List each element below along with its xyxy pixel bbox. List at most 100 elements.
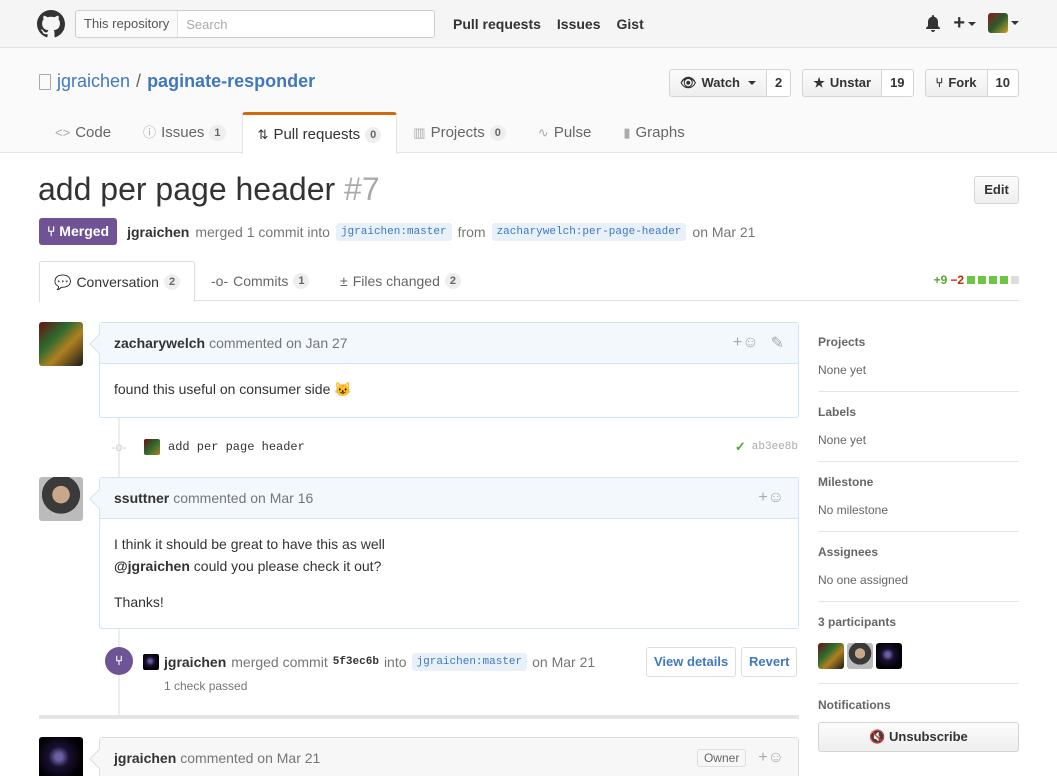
git-merge-icon: ⑂ [105,647,133,675]
comment-author[interactable]: jgraichen [114,750,176,766]
avatar[interactable] [847,643,873,669]
diffstat-block [1000,276,1008,284]
code-icon: <> [55,125,71,140]
comment-meta: commented on Mar 21 [180,750,321,766]
add-reaction-icon[interactable]: +☺ [733,334,759,352]
sidebar-participants: 3 participants [818,602,1019,684]
search-input[interactable] [178,11,434,37]
sidebar-heading[interactable]: Projects [818,335,1019,349]
tab-counter: 1 [209,125,226,141]
fork-label: Fork [948,75,977,90]
unsubscribe-label: Unsubscribe [889,729,968,744]
avatar[interactable] [818,643,844,669]
participant-avatars [818,643,1019,669]
page-title: add per page header #7 [38,171,380,208]
repo-name-link[interactable]: paginate-responder [147,71,315,92]
tab-pull-requests[interactable]: ⇅ Pull requests 0 [241,112,398,154]
tab-code[interactable]: <> Code [39,112,127,153]
commit-row: -o- add per page header ✓ ab3ee8b [110,436,798,458]
bell-icon[interactable] [925,14,941,32]
watch-count[interactable]: 2 [767,69,792,97]
add-reaction-icon[interactable]: +☺ [758,489,784,507]
pull-request-icon: ⇅ [257,126,269,142]
user-menu[interactable] [988,13,1019,33]
unstar-button[interactable]: ★ Unstar [802,69,883,97]
tab-issues[interactable]: ⓘ Issues 1 [127,112,242,153]
deletions: −2 [950,273,964,287]
search-box: This repository [75,10,435,38]
tab-files-changed[interactable]: ± Files changed 2 [326,261,475,301]
tab-label: Code [75,124,112,141]
comment-author[interactable]: zacharywelch [114,335,205,351]
merge-text-label: merged commit [231,654,328,670]
tab-label: Conversation [76,274,159,290]
star-count[interactable]: 19 [882,69,914,97]
sidebar-projects: Projects None yet [818,322,1019,392]
comment-text: @jgraichen could you please check it out… [114,555,784,577]
sidebar-heading: 3 participants [818,615,897,629]
avatar[interactable] [39,322,83,366]
tab-graphs[interactable]: ▮ Graphs [607,112,700,153]
sidebar-heading[interactable]: Labels [818,405,1019,419]
tab-commits[interactable]: -o- Commits 1 [197,261,323,301]
tab-conversation[interactable]: 💬 Conversation 2 [39,261,196,302]
avatar[interactable] [39,737,83,776]
merge-sha[interactable]: 5f3ec6b [333,656,379,668]
commit-sha-area: ✓ ab3ee8b [735,440,798,455]
issue-icon: ⓘ [143,125,157,140]
commit-sha[interactable]: ab3ee8b [752,441,798,453]
fork-count[interactable]: 10 [987,69,1019,97]
tab-label: Graphs [635,124,685,141]
nav-pull-requests[interactable]: Pull requests [453,16,541,32]
additions: +9 [933,273,948,287]
avatar[interactable] [39,477,83,521]
watch-button[interactable]: 👁 Watch [668,69,767,97]
comment-author[interactable]: ssuttner [114,490,169,506]
sidebar-heading[interactable]: Assignees [818,545,1019,559]
fork-group: ⑂ Fork 10 [924,69,1019,97]
from-text: from [457,223,486,240]
checks-status[interactable]: 1 check passed [164,679,247,693]
base-ref: jgraichen:master [335,222,452,241]
user-mention[interactable]: @jgraichen [114,558,190,574]
sidebar-notifications: Notifications 🔇 Unsubscribe [818,684,1019,752]
unstar-label: Unstar [829,75,872,90]
watch-label: Watch [701,75,740,90]
github-logo-icon[interactable] [37,10,65,38]
diffstat-block [967,276,975,284]
repo-owner-link[interactable]: jgraichen [57,71,130,92]
comment-tools: +☺ [758,489,784,507]
avatar[interactable] [876,643,902,669]
merge-author[interactable]: jgraichen [164,654,226,670]
comment-icon: 💬 [54,274,72,290]
tab-projects[interactable]: ▥ Projects 0 [397,112,522,153]
nav-gist[interactable]: Gist [617,16,644,32]
revert-button[interactable]: Revert [741,647,798,677]
pr-tabs: 💬 Conversation 2 -o- Commits 1 ± Files change… [39,261,1019,302]
comment-meta: commented on Jan 27 [209,335,348,351]
fork-button[interactable]: ⑂ Fork [924,69,988,97]
view-details-button[interactable]: View details [646,647,737,677]
repo-title: jgraichen / paginate-responder [39,71,315,92]
commit-message[interactable]: add per page header [168,440,305,454]
new-menu[interactable]: + [953,13,976,33]
pr-author[interactable]: jgraichen [127,224,189,240]
comment-body: found this useful on consumer side 😺 [100,364,798,414]
merge-into: into [383,654,407,670]
nav-issues[interactable]: Issues [557,16,601,32]
comment-text: Thanks! [114,594,164,610]
sidebar-heading: Notifications [818,698,891,712]
pencil-icon[interactable]: ✎ [771,333,784,353]
chevron-down-icon [1011,21,1019,25]
sidebar-heading[interactable]: Milestone [818,475,1019,489]
sidebar-value: No milestone [818,503,889,517]
avatar[interactable] [144,439,160,455]
pr-title-text: add per page header [38,171,336,207]
unsubscribe-button[interactable]: 🔇 Unsubscribe [818,722,1019,752]
add-reaction-icon[interactable]: +☺ [758,749,784,767]
comment: zacharywelch commented on Jan 27 +☺ ✎ fou… [89,322,799,418]
check-icon[interactable]: ✓ [735,440,746,455]
tab-pulse[interactable]: ∿ Pulse [522,112,607,153]
edit-button[interactable]: Edit [974,176,1019,204]
avatar[interactable] [143,654,159,670]
